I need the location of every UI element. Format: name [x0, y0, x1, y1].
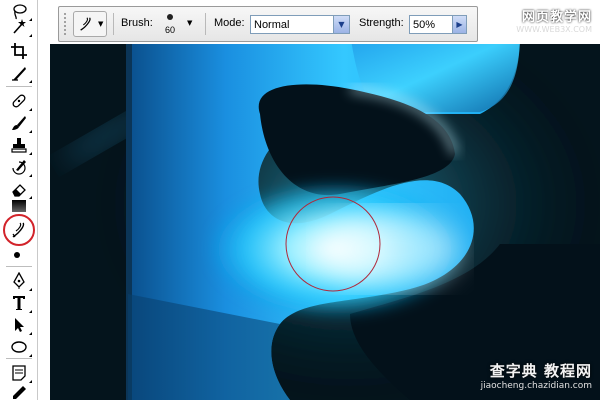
magic-wand-icon	[13, 19, 26, 34]
caret-down-icon: ▼	[98, 20, 104, 28]
color-swatch-dot[interactable]	[8, 246, 30, 268]
options-separator	[205, 13, 206, 35]
smudge-finger-icon	[12, 222, 25, 238]
strength-label: Strength:	[359, 17, 404, 29]
brush-picker-caret-icon[interactable]: ▼	[187, 19, 192, 27]
eyedropper-icon	[13, 386, 26, 399]
ellipse-icon	[11, 341, 27, 353]
ellipse-tool[interactable]	[8, 336, 32, 358]
tool-options-bar: ▼ Brush: 60 ▼ Mode: Normal ▼ Strength: 5…	[58, 6, 478, 42]
toolbox-divider	[6, 266, 32, 267]
dot-icon	[14, 252, 20, 258]
history-brush-icon	[12, 160, 26, 175]
type-tool[interactable]	[8, 292, 32, 314]
chevron-down-icon[interactable]: ▼	[333, 16, 349, 33]
brush-preset-preview[interactable]: 60	[159, 10, 181, 38]
eraser-tool[interactable]	[8, 178, 32, 200]
type-t-icon	[13, 296, 25, 310]
brush-tip-icon	[167, 14, 173, 20]
brush-label: Brush:	[121, 17, 153, 29]
eraser-icon	[12, 184, 26, 197]
options-bar-grip[interactable]	[63, 12, 67, 36]
brush-tool[interactable]	[8, 112, 32, 134]
mode-label: Mode:	[214, 17, 245, 29]
watermark-bottom-title: 查字典 教程网	[489, 362, 592, 380]
bandage-icon	[12, 94, 26, 108]
clone-stamp-tool[interactable]	[8, 134, 32, 156]
path-selection-tool[interactable]	[8, 314, 32, 336]
toolbox-divider	[6, 86, 32, 87]
watermark-top-title: 网页教学网	[521, 10, 592, 25]
brush-size-value: 60	[164, 25, 175, 35]
note-icon	[12, 365, 26, 381]
options-separator	[113, 13, 114, 35]
mode-select-value: Normal	[254, 18, 290, 31]
mode-select[interactable]: Normal ▼	[250, 15, 350, 34]
watermark-bottom-url: jiaocheng.chazidian.com	[480, 381, 592, 391]
smudge-tool[interactable]	[8, 219, 30, 241]
crop-icon	[11, 43, 27, 59]
slice-icon	[12, 67, 26, 81]
slice-tool[interactable]	[8, 62, 32, 84]
document-canvas[interactable]	[50, 44, 600, 400]
brush-icon	[12, 116, 26, 130]
stamp-icon	[11, 138, 27, 153]
watermark-top-url: WWW.WEB3X.COM	[516, 25, 592, 34]
gradient-tool[interactable]	[12, 200, 26, 212]
smudge-finger-icon	[80, 17, 91, 31]
arrow-pointer-icon	[15, 318, 24, 332]
notes-tool[interactable]	[8, 362, 32, 384]
watermark-bottom: 查字典 教程网 jiaocheng.chazidian.com	[452, 360, 592, 396]
tools-panel	[0, 0, 38, 400]
healing-brush-tool[interactable]	[8, 90, 32, 112]
history-brush-tool[interactable]	[8, 156, 32, 178]
strength-slider-arrow-icon[interactable]: ▶	[452, 16, 466, 33]
toolbox-divider	[6, 358, 32, 359]
magic-wand-tool[interactable]	[8, 16, 32, 38]
pen-tool[interactable]	[8, 270, 32, 292]
watermark-top: 网页教学网 WWW.WEB3X.COM	[476, 6, 592, 34]
glowing-letter-artwork	[62, 44, 600, 400]
crop-tool[interactable]	[8, 40, 30, 62]
tool-preset-picker[interactable]: ▼	[73, 11, 107, 37]
strength-input[interactable]: 50% ▶	[409, 15, 467, 34]
pen-icon	[13, 272, 25, 289]
strength-input-value: 50%	[413, 18, 436, 31]
eyedropper-tool[interactable]	[8, 382, 30, 400]
